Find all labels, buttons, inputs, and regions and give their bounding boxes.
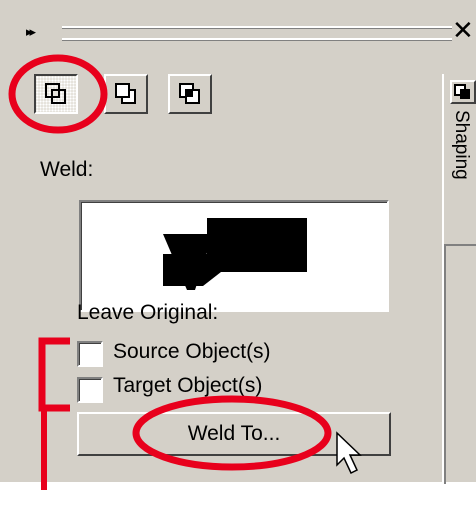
shaping-tab-label: Shaping: [451, 110, 472, 180]
shaping-icon: [450, 80, 476, 104]
weld-section-label: Weld:: [40, 158, 94, 181]
weld-icon: [45, 83, 66, 104]
intersect-icon: [179, 83, 200, 104]
target-objects-label[interactable]: Target Object(s): [113, 374, 262, 398]
expand-icon[interactable]: ▸▸: [26, 24, 36, 40]
shaping-side-tab[interactable]: Shaping: [442, 74, 476, 484]
close-icon[interactable]: ✕: [452, 15, 474, 46]
source-objects-checkbox[interactable]: [77, 341, 103, 367]
weld-preview-shape: [163, 218, 307, 290]
docker-titlebar[interactable]: ▸▸ ✕: [0, 0, 476, 52]
intersect-tool-button[interactable]: [168, 74, 212, 114]
trim-icon: [115, 83, 136, 104]
weld-tool-button[interactable]: [34, 74, 78, 114]
weld-to-button[interactable]: Weld To...: [77, 412, 391, 456]
source-objects-label[interactable]: Source Object(s): [113, 340, 271, 364]
shaping-docker: ▸▸ ✕ Weld: Leave Original: Source Object…: [0, 0, 476, 484]
drag-grip[interactable]: [62, 26, 452, 40]
leave-original-label: Leave Original:: [77, 301, 219, 324]
side-tab-divider: [444, 244, 476, 484]
trim-tool-button[interactable]: [104, 74, 148, 114]
weld-preview: [79, 200, 389, 312]
target-objects-checkbox[interactable]: [77, 377, 103, 403]
